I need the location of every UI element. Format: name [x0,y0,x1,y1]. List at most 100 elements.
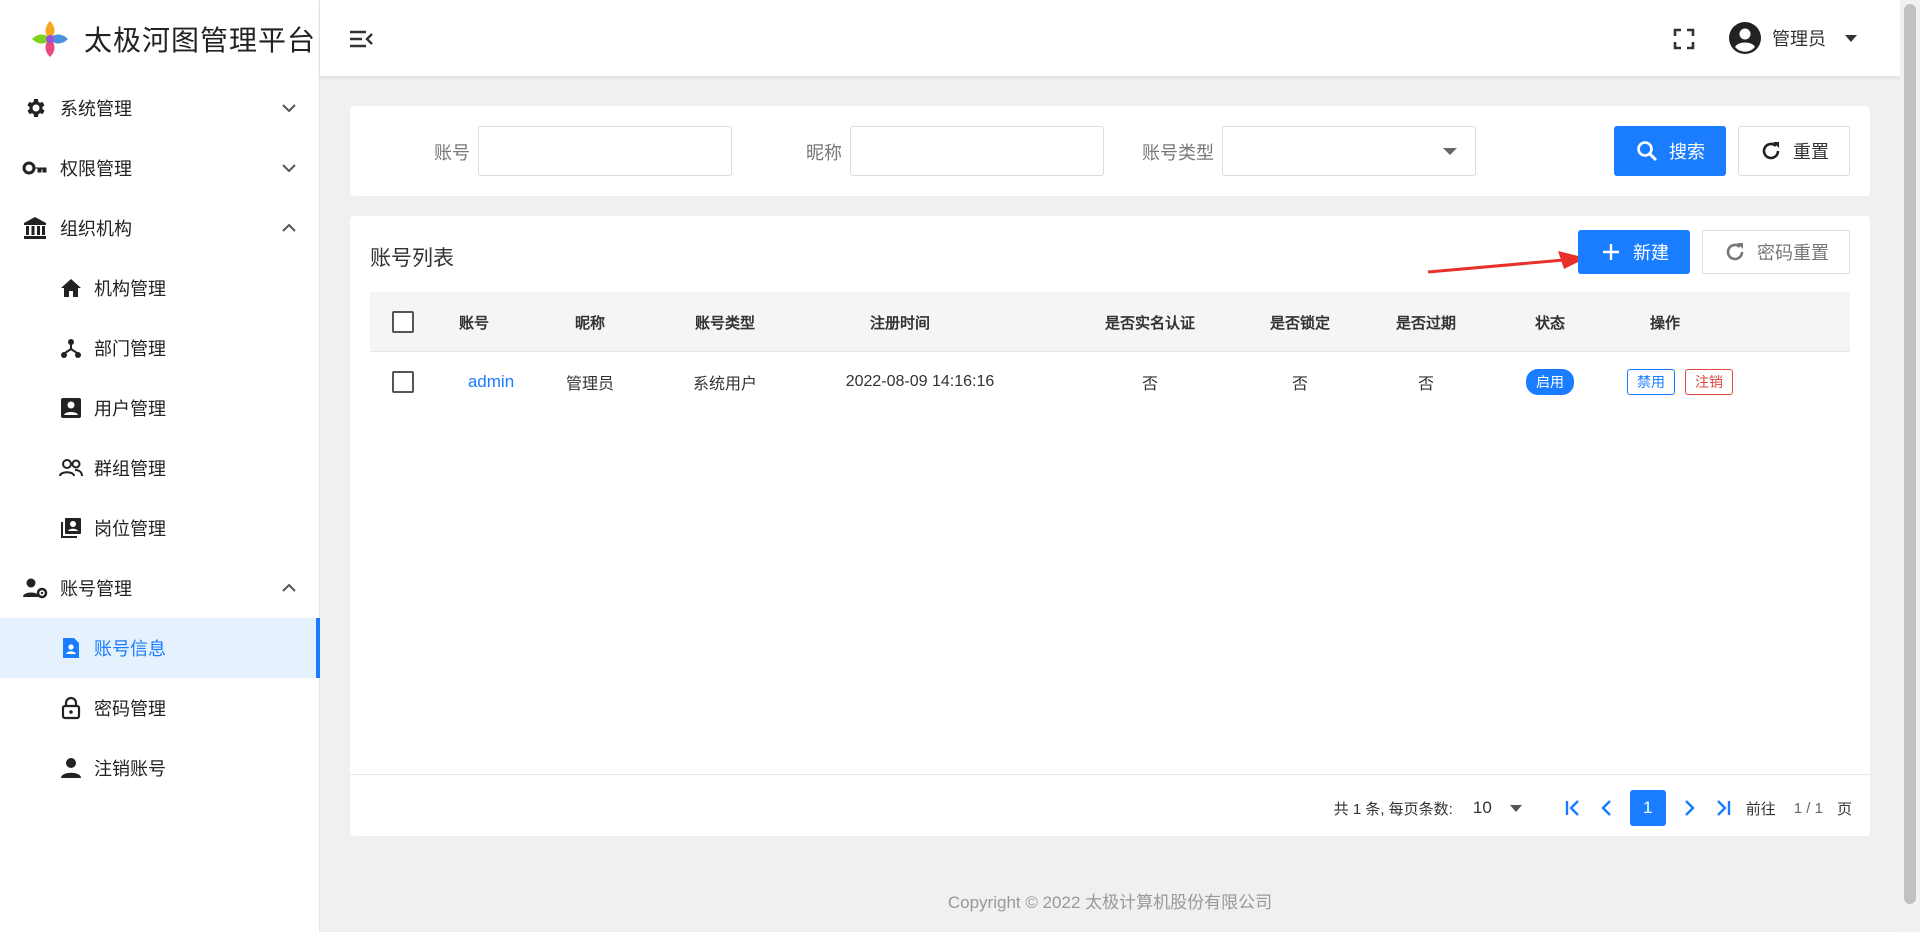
page-unit: 页 [1836,800,1852,818]
col-expired: 是否过期 [1395,314,1456,332]
row-checkbox[interactable] [392,371,414,393]
table-header: 账号 昵称 账号类型 注册时间 是否实名认证 是否锁定 是否过期 状态 操作 [370,292,1850,352]
position-icon [58,515,84,541]
refresh-icon [1759,139,1783,163]
scrollbar-thumb[interactable] [1904,4,1916,904]
sidebar-item-org-manage[interactable]: 机构管理 [0,258,319,318]
refresh-icon [1723,240,1747,264]
menu-group-organization[interactable]: 组织机构 [0,198,319,258]
nickname-cell: 管理员 [565,376,614,393]
col-account: 账号 [458,314,489,332]
disable-button[interactable]: 禁用 [1627,369,1675,395]
row-select-cell [370,352,436,412]
new-button[interactable]: 新建 [1578,230,1690,274]
search-button[interactable]: 搜索 [1614,126,1726,176]
goto-label: 前往 [1745,800,1776,818]
sidebar-item-account-info[interactable]: 账号信息 [0,618,320,678]
person-icon [58,755,84,781]
total-text: 共 1 条, 每页条数: [1333,800,1453,818]
plus-icon [1599,240,1623,264]
sidebar-item-cancel-account[interactable]: 注销账号 [0,738,319,798]
account-list-panel: 账号列表 新建 密码重置 账号 昵称 账号类型 注册时间 是否实名认证 是否锁定… [350,216,1870,836]
account-file-icon [58,635,84,661]
bank-icon [22,215,48,241]
user-gear-icon [22,575,48,601]
status-badge: 启用 [1526,369,1574,395]
key-icon [22,155,48,181]
chevron-down-icon [282,164,296,173]
pagination: 共 1 条, 每页条数: 10 1 前往 1 / 1 页 [1334,786,1852,830]
registered-cell: 2022-08-09 14:16:16 [845,373,995,390]
col-locked: 是否锁定 [1269,314,1330,332]
col-type: 账号类型 [694,314,755,332]
prev-page-icon[interactable] [1593,794,1621,822]
sidebar-item-label: 注销账号 [94,759,166,779]
gear-icon [22,95,48,121]
page-size-select[interactable]: 10 [1473,798,1522,818]
sidebar-item-user-manage[interactable]: 用户管理 [0,378,319,438]
expired-cell: 否 [1417,376,1434,393]
menu-group-label: 组织机构 [60,219,132,239]
search-button-label: 搜索 [1669,142,1705,162]
current-page[interactable]: 1 [1629,790,1666,826]
verified-cell: 否 [1141,376,1158,393]
menu-group-permission[interactable]: 权限管理 [0,138,319,198]
logo-icon [32,21,68,57]
app-title: 太极河图管理平台 [84,25,317,56]
brand: 太极河图管理平台 [0,0,319,78]
actions-cell: 禁用 注销 [1600,352,1760,412]
password-reset-button[interactable]: 密码重置 [1702,230,1850,274]
reset-button-label: 重置 [1793,142,1829,162]
table-row: admin 管理员 系统用户 2022-08-09 14:16:16 否 否 否… [370,352,1850,412]
select-all-checkbox[interactable] [392,311,414,333]
fullscreen-icon[interactable] [1672,27,1696,51]
home-icon [58,275,84,301]
new-button-label: 新建 [1633,243,1669,263]
user-menu[interactable]: 管理员 [1728,20,1858,56]
lock-icon [58,695,84,721]
reset-button[interactable]: 重置 [1738,126,1850,176]
last-page-icon[interactable] [1709,794,1737,822]
user-card-icon [58,395,84,421]
annotation-arrow [1427,251,1586,274]
sidebar: 太极河图管理平台 系统管理 权限管理 组织机构 机构管理 部门管理 用户管理 群… [0,0,320,932]
menu-group-account[interactable]: 账号管理 [0,558,319,618]
copyright-footer: Copyright © 2022 太极计算机股份有限公司 [947,893,1273,912]
sidebar-item-label: 用户管理 [94,399,166,419]
sidebar-item-label: 密码管理 [94,699,166,719]
caret-down-icon [1845,35,1857,42]
menu-collapse-icon[interactable] [348,26,374,52]
sidebar-item-group-manage[interactable]: 群组管理 [0,438,319,498]
first-page-icon[interactable] [1559,794,1587,822]
menu-group-label: 账号管理 [60,579,132,599]
status-cell: 启用 [1510,352,1590,412]
sidebar-item-password-manage[interactable]: 密码管理 [0,678,319,738]
top-header: 管理员 [320,0,1900,76]
chevron-up-icon [282,583,296,592]
password-reset-label: 密码重置 [1757,243,1829,263]
col-status: 状态 [1534,314,1565,332]
nickname-input[interactable] [850,126,1104,176]
divider [350,774,1870,775]
sidebar-item-label: 机构管理 [94,279,166,299]
locked-cell: 否 [1291,376,1308,393]
type-cell: 系统用户 [692,376,757,393]
users-icon [58,455,84,481]
next-page-icon[interactable] [1675,794,1703,822]
menu-group-system[interactable]: 系统管理 [0,78,319,138]
account-input[interactable] [478,126,732,176]
deregister-button[interactable]: 注销 [1685,369,1733,395]
sidebar-item-label: 群组管理 [94,459,166,479]
account-link[interactable]: admin [468,372,514,392]
list-title: 账号列表 [370,247,454,270]
account-type-select[interactable] [1222,126,1476,176]
col-actions: 操作 [1649,314,1680,332]
sidebar-item-dept-manage[interactable]: 部门管理 [0,318,319,378]
sidebar-item-position-manage[interactable]: 岗位管理 [0,498,319,558]
sidebar-item-label: 账号信息 [94,639,166,659]
hierarchy-icon [58,335,84,361]
page-info[interactable]: 1 / 1 [1794,800,1823,817]
user-name: 管理员 [1772,29,1826,49]
page-scrollbar[interactable] [1900,0,1920,932]
search-panel: 账号 昵称 账号类型 搜索 重置 [350,106,1870,196]
